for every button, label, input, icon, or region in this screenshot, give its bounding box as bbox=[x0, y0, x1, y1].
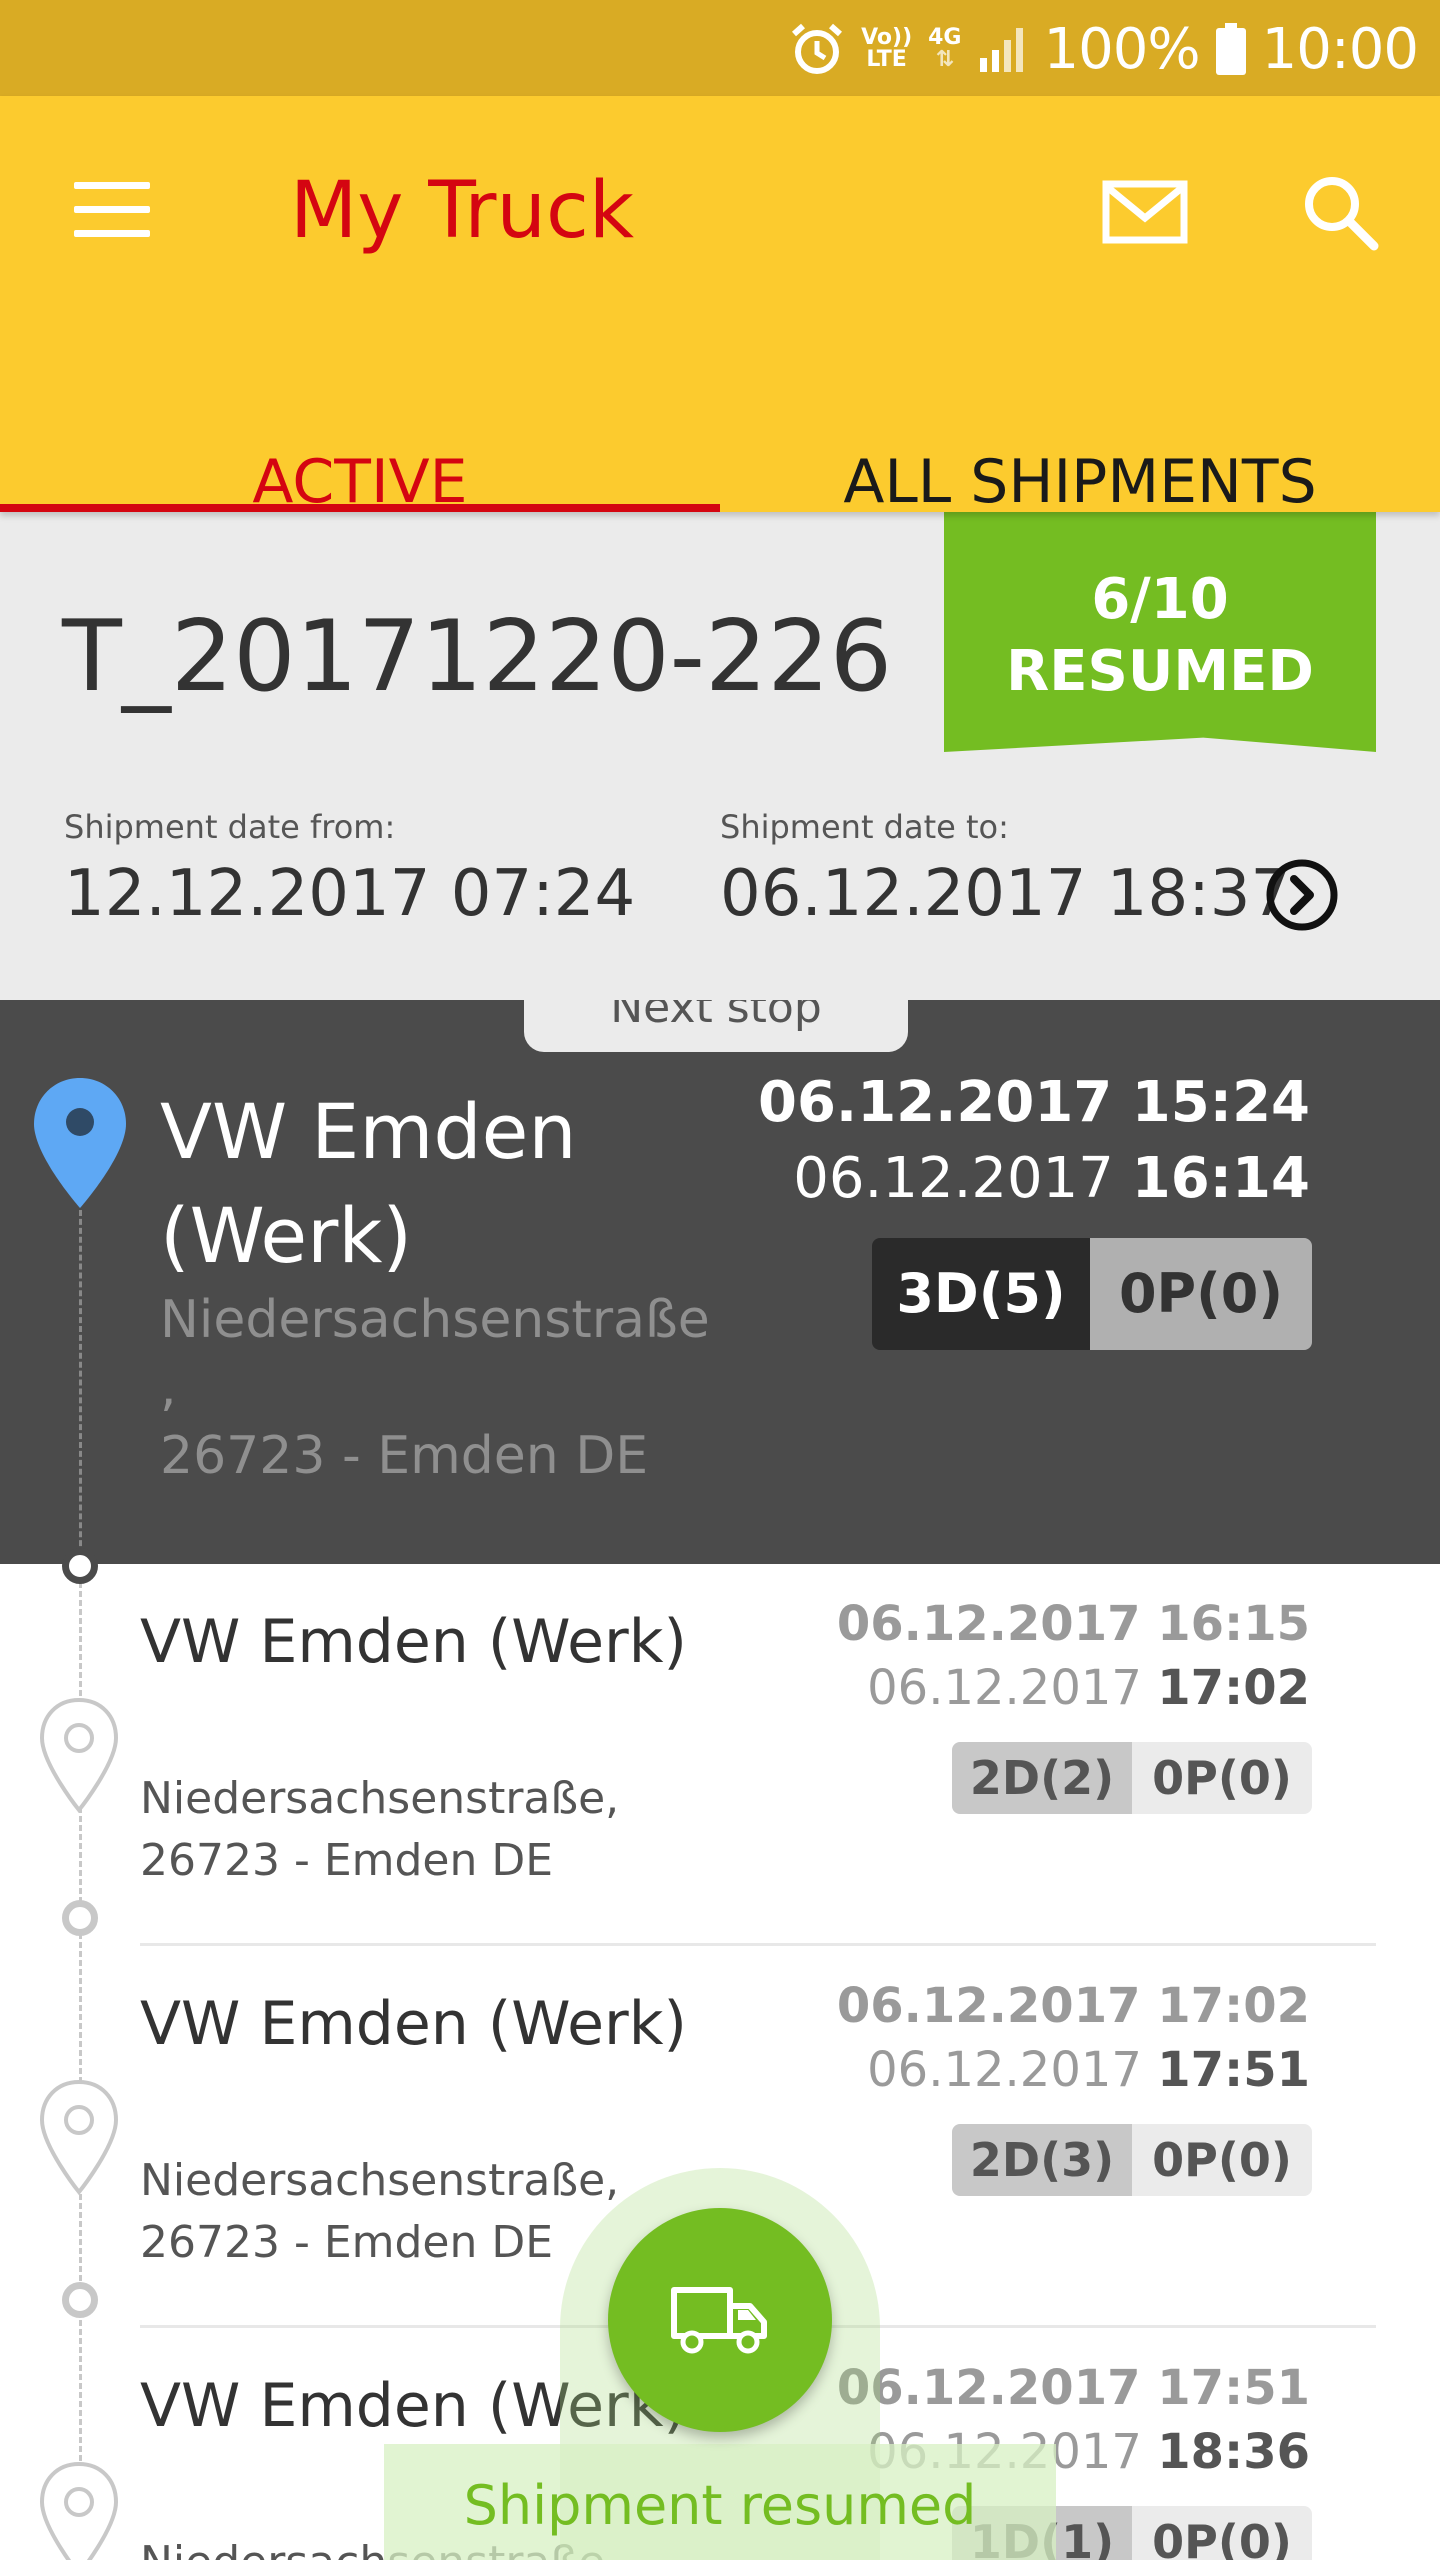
search-icon[interactable] bbox=[1300, 172, 1380, 252]
data-indicator: 4G ⇅ bbox=[928, 27, 961, 71]
stop-time-to: 06.12.2017 17:02 bbox=[867, 1660, 1310, 1716]
menu-icon[interactable] bbox=[74, 182, 150, 238]
next-stop-deliveries: 3D(5) bbox=[872, 1238, 1090, 1350]
stop-pickups: 0P(0) bbox=[1132, 2506, 1312, 2560]
stop-time-from: 06.12.2017 17:51 bbox=[836, 2360, 1310, 2416]
shipment-summary: T_20171220-226 6/10 RESUMED Shipment dat… bbox=[0, 512, 1440, 1000]
stop-address: Niedersachsenstraße, 26723 - Emden DE bbox=[140, 1768, 740, 1892]
data-type-label: 4G bbox=[928, 25, 962, 50]
stop-name: VW Emden (Werk) bbox=[140, 1989, 687, 2059]
stop-pickups: 0P(0) bbox=[1132, 2124, 1312, 2196]
battery-percent: 100% bbox=[1043, 16, 1201, 82]
truck-action-button[interactable] bbox=[608, 2208, 832, 2432]
chevron-right-circle-icon[interactable] bbox=[1264, 857, 1340, 933]
stop-time-to-date: 06.12.2017 bbox=[867, 1660, 1142, 1716]
clock: 10:00 bbox=[1261, 16, 1419, 82]
stop-list-item[interactable]: VW Emden (Werk) Niedersachsenstraße, 267… bbox=[0, 1564, 1440, 1946]
shipment-id: T_20171220-226 bbox=[62, 600, 893, 714]
volte-top: Vo)) bbox=[861, 25, 913, 50]
next-stop-name: VW Emden (Werk) bbox=[160, 1087, 577, 1280]
truck-icon bbox=[671, 2287, 767, 2354]
next-stop-counts: 3D(5) 0P(0) bbox=[872, 1238, 1312, 1350]
stop-time-from: 06.12.2017 16:15 bbox=[836, 1596, 1310, 1652]
next-stop-time-from: 06.12.2017 15:24 bbox=[757, 1070, 1310, 1135]
stop-time-to-clock: 17:02 bbox=[1157, 1660, 1310, 1716]
app-title: My Truck bbox=[290, 166, 634, 256]
next-stop-time-to-date: 06.12.2017 bbox=[793, 1146, 1114, 1211]
tab-active[interactable]: ACTIVE bbox=[0, 362, 720, 512]
stop-deliveries: 2D(2) bbox=[952, 1742, 1132, 1814]
next-stop-label: Next stop bbox=[610, 982, 822, 1033]
signal-icon bbox=[979, 28, 1023, 72]
tab-bar: ACTIVE ALL SHIPMENTS bbox=[0, 362, 1440, 512]
stop-time-to-clock: 18:36 bbox=[1157, 2424, 1310, 2480]
stop-deliveries: 2D(3) bbox=[952, 2124, 1132, 2196]
status-bar-indicators: Vo)) LTE 4G ⇅ 100% 10:00 bbox=[789, 14, 1419, 84]
date-to-value: 06.12.2017 18:37 bbox=[720, 857, 1292, 931]
next-stop-tab: Next stop bbox=[524, 1000, 908, 1052]
volte-bottom: LTE bbox=[866, 47, 907, 72]
date-from-label: Shipment date from: bbox=[64, 808, 396, 846]
status-badge-label: RESUMED bbox=[1006, 639, 1314, 704]
tab-all-shipments[interactable]: ALL SHIPMENTS bbox=[720, 362, 1440, 512]
location-pin-icon bbox=[34, 1078, 126, 1208]
app-bar: My Truck ACTIVE ALL SHIPMENTS bbox=[0, 96, 1440, 512]
stop-address-line2: 26723 - Emden DE bbox=[140, 1835, 554, 1886]
timeline-line-next bbox=[79, 1210, 82, 1564]
stop-name: VW Emden (Werk) bbox=[140, 1607, 687, 1677]
stop-pickups: 0P(0) bbox=[1132, 1742, 1312, 1814]
status-badge-count: 6/10 bbox=[1091, 567, 1229, 632]
next-stop-address: Niedersachsenstraße , 26723 - Emden DE bbox=[160, 1286, 780, 1490]
data-arrows-icon: ⇅ bbox=[935, 47, 955, 72]
next-stop-time-to-clock: 16:14 bbox=[1131, 1146, 1310, 1211]
date-from-value: 12.12.2017 07:24 bbox=[64, 857, 636, 931]
toast-message: Shipment resumed bbox=[384, 2444, 1056, 2560]
tab-indicator bbox=[0, 504, 720, 512]
next-stop-address-line2: , bbox=[160, 1358, 177, 1418]
next-stop-time-to: 06.12.2017 16:14 bbox=[793, 1146, 1310, 1211]
stop-time-to: 06.12.2017 17:51 bbox=[867, 2042, 1310, 2098]
next-stop-address-line1: Niedersachsenstraße bbox=[160, 1290, 710, 1350]
volte-indicator: Vo)) LTE bbox=[861, 27, 912, 71]
next-stop-pickups: 0P(0) bbox=[1090, 1238, 1312, 1350]
date-to-label: Shipment date to: bbox=[720, 808, 1009, 846]
status-bar: Vo)) LTE 4G ⇅ 100% 10:00 bbox=[0, 0, 1440, 96]
stop-counts: 2D(2) 0P(0) bbox=[952, 1742, 1312, 1814]
stop-time-from: 06.12.2017 17:02 bbox=[836, 1978, 1310, 2034]
stop-address-line1: Niedersachsenstraße, bbox=[140, 1773, 620, 1824]
next-stop-address-line3: 26723 - Emden DE bbox=[160, 1426, 649, 1486]
battery-icon bbox=[1215, 23, 1246, 75]
mail-icon[interactable] bbox=[1102, 180, 1188, 244]
alarm-icon bbox=[792, 23, 843, 74]
stop-time-to-date: 06.12.2017 bbox=[867, 2042, 1142, 2098]
stop-time-to-clock: 17:51 bbox=[1157, 2042, 1310, 2098]
status-badge: 6/10 RESUMED bbox=[944, 512, 1376, 752]
next-stop-card[interactable]: Next stop VW Emden (Werk) Niedersachsens… bbox=[0, 1000, 1440, 1564]
stop-counts: 2D(3) 0P(0) bbox=[952, 2124, 1312, 2196]
